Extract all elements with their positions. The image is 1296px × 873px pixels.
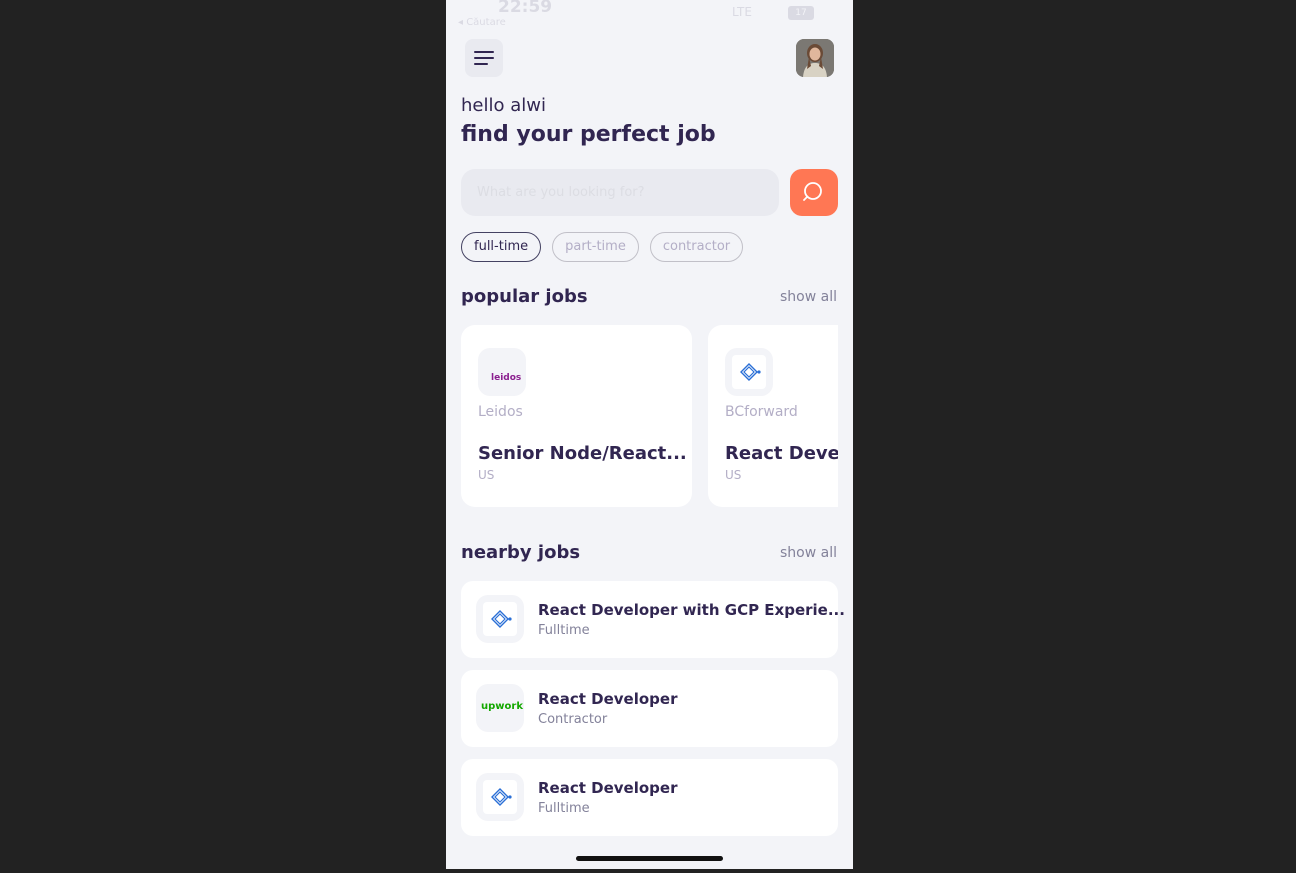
signal-icon: LTE xyxy=(732,5,752,19)
search-icon xyxy=(803,182,822,201)
job-country: US xyxy=(478,468,495,482)
popular-show-all-link[interactable]: show all xyxy=(780,289,837,305)
upwork-logo: upwork xyxy=(476,684,524,732)
job-type: Contractor xyxy=(538,712,608,727)
home-indicator[interactable] xyxy=(576,856,723,861)
search-input[interactable] xyxy=(461,169,779,216)
job-type: Fulltime xyxy=(538,801,590,816)
battery-icon: 17 xyxy=(788,6,814,20)
leidos-logo-text: leidos xyxy=(491,373,522,383)
popular-job-card[interactable]: leidos Leidos Senior Node/React... US xyxy=(461,325,692,507)
chip-part-time[interactable]: part-time xyxy=(552,232,639,262)
page-headline: find your perfect job xyxy=(461,122,716,147)
job-title: Senior Node/React... xyxy=(478,443,687,464)
bcforward-logo xyxy=(725,348,773,396)
avatar-photo xyxy=(796,39,834,77)
search-field xyxy=(461,169,779,216)
menu-icon xyxy=(474,57,494,59)
bcforward-logo-icon xyxy=(740,363,761,381)
bcforward-logo-icon xyxy=(491,610,512,628)
job-country: US xyxy=(725,468,742,482)
menu-icon xyxy=(474,63,488,65)
menu-icon xyxy=(474,51,494,53)
popular-job-card[interactable]: BCforward React Developer US xyxy=(708,325,838,507)
nearby-job-card[interactable]: React Developer with GCP Experie... Full… xyxy=(461,581,845,658)
greeting-text: hello alwi xyxy=(461,95,546,116)
job-title: React Developer xyxy=(538,779,678,797)
job-title: React Developer xyxy=(725,443,838,464)
status-time: 22:59 xyxy=(498,0,553,17)
profile-avatar[interactable] xyxy=(796,39,834,77)
company-name: BCforward xyxy=(725,404,798,420)
job-title: React Developer with GCP Experie... xyxy=(538,601,845,619)
bcforward-logo xyxy=(476,773,524,821)
bcforward-logo xyxy=(476,595,524,643)
nearby-show-all-link[interactable]: show all xyxy=(780,545,837,561)
nearby-job-card[interactable]: upwork React Developer Contractor xyxy=(461,670,838,747)
popular-jobs-carousel[interactable]: leidos Leidos Senior Node/React... US BC… xyxy=(461,325,838,507)
status-bar: ◂ Căutare 22:59 LTE 17 xyxy=(446,0,853,30)
nearby-job-card[interactable]: React Developer Fulltime xyxy=(461,759,838,836)
leidos-logo: leidos xyxy=(478,348,526,396)
chip-contractor[interactable]: contractor xyxy=(649,232,744,262)
job-type: Fulltime xyxy=(538,623,590,638)
menu-button[interactable] xyxy=(465,39,503,77)
upwork-logo-text: upwork xyxy=(481,701,523,712)
app-screen: ◂ Căutare 22:59 LTE 17 hello alwi find y… xyxy=(446,0,853,869)
job-type-filters: full-time part-time contractor xyxy=(461,232,744,262)
company-name: Leidos xyxy=(478,404,523,420)
chip-full-time[interactable]: full-time xyxy=(461,232,542,262)
popular-jobs-title: popular jobs xyxy=(461,286,588,307)
search-button[interactable] xyxy=(790,169,838,216)
back-to-app-link[interactable]: ◂ Căutare xyxy=(458,17,506,28)
job-title: React Developer xyxy=(538,690,678,708)
bcforward-logo-icon xyxy=(491,788,512,806)
nearby-jobs-title: nearby jobs xyxy=(461,542,581,563)
